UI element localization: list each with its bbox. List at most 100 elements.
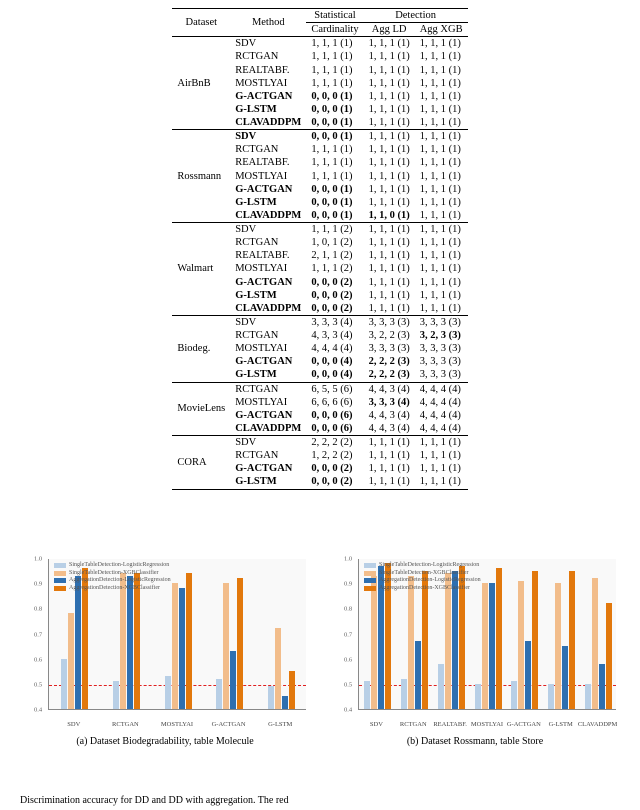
x-tick: G-LSTM: [549, 721, 573, 728]
method-cell: RCTGAN: [230, 329, 306, 342]
bar: [75, 576, 81, 709]
chart-a-caption: (a) Dataset Biodegradability, table Mole…: [20, 736, 310, 747]
method-cell: G-ACTGAN: [230, 183, 306, 196]
aggld-cell: 4, 4, 3 (4): [364, 382, 415, 396]
x-tick: MOSTLYAI: [161, 721, 193, 728]
aggxgb-cell: 1, 1, 1 (1): [415, 116, 468, 130]
cardinality-cell: 4, 3, 3 (4): [306, 329, 363, 342]
bar: [408, 576, 414, 709]
chart-a: Classification Accuracy 0.40.50.60.70.80…: [20, 555, 310, 730]
chart-b: Classification Accuracy 0.40.50.60.70.80…: [330, 555, 620, 730]
table-row: CORASDV2, 2, 2 (2)1, 1, 1 (1)1, 1, 1 (1): [172, 436, 467, 450]
results-table: Dataset Method Statistical Detection Car…: [172, 8, 467, 490]
aggxgb-cell: 1, 1, 1 (1): [415, 90, 468, 103]
aggxgb-cell: 1, 1, 1 (1): [415, 262, 468, 275]
cardinality-cell: 1, 1, 1 (2): [306, 223, 363, 237]
aggxgb-cell: 4, 4, 4 (4): [415, 396, 468, 409]
table-row: RossmannSDV0, 0, 0 (1)1, 1, 1 (1)1, 1, 1…: [172, 130, 467, 144]
bar: [592, 578, 598, 709]
aggld-cell: 1, 1, 1 (1): [364, 170, 415, 183]
aggxgb-cell: 1, 1, 1 (1): [415, 449, 468, 462]
cardinality-cell: 1, 1, 1 (1): [306, 37, 363, 51]
cardinality-cell: 1, 1, 1 (2): [306, 262, 363, 275]
bar: [489, 583, 495, 709]
legend-swatch: [54, 586, 66, 591]
bar: [401, 679, 407, 709]
aggld-cell: 1, 1, 1 (1): [364, 449, 415, 462]
aggld-cell: 1, 1, 1 (1): [364, 262, 415, 275]
cardinality-cell: 0, 0, 0 (1): [306, 209, 363, 223]
aggxgb-cell: 4, 4, 4 (4): [415, 422, 468, 436]
legend-swatch: [364, 563, 376, 568]
method-cell: G-LSTM: [230, 289, 306, 302]
method-cell: REALTABF.: [230, 64, 306, 77]
aggld-cell: 2, 2, 2 (3): [364, 355, 415, 368]
aggld-cell: 1, 1, 1 (1): [364, 156, 415, 169]
hdr-statistical: Statistical: [306, 9, 363, 23]
legend-swatch: [364, 586, 376, 591]
x-tick: SDV: [67, 721, 80, 728]
aggxgb-cell: 4, 4, 4 (4): [415, 409, 468, 422]
legend-label: SingleTableDetection-XGBClassifier: [379, 570, 469, 578]
aggxgb-cell: 1, 1, 1 (1): [415, 236, 468, 249]
method-cell: SDV: [230, 223, 306, 237]
table-row: WalmartSDV1, 1, 1 (2)1, 1, 1 (1)1, 1, 1 …: [172, 223, 467, 237]
cardinality-cell: 0, 0, 0 (1): [306, 130, 363, 144]
y-tick: 1.0: [34, 556, 42, 563]
method-cell: CLAVADDPM: [230, 209, 306, 223]
aggxgb-cell: 4, 4, 4 (4): [415, 382, 468, 396]
aggxgb-cell: 3, 3, 3 (3): [415, 355, 468, 368]
legend-swatch: [364, 578, 376, 583]
x-tick: RCTGAN: [400, 721, 427, 728]
aggld-cell: 1, 1, 1 (1): [364, 436, 415, 450]
aggxgb-cell: 1, 1, 1 (1): [415, 130, 468, 144]
aggld-cell: 1, 1, 1 (1): [364, 236, 415, 249]
aggld-cell: 1, 1, 1 (1): [364, 183, 415, 196]
method-cell: SDV: [230, 37, 306, 51]
bar: [445, 573, 451, 709]
bar: [511, 681, 517, 709]
method-cell: G-LSTM: [230, 103, 306, 116]
aggld-cell: 1, 1, 0 (1): [364, 209, 415, 223]
method-cell: G-ACTGAN: [230, 409, 306, 422]
y-tick: 0.4: [34, 707, 42, 714]
method-cell: REALTABF.: [230, 156, 306, 169]
aggld-cell: 1, 1, 1 (1): [364, 77, 415, 90]
aggxgb-cell: 1, 1, 1 (1): [415, 64, 468, 77]
method-cell: G-LSTM: [230, 475, 306, 489]
dataset-name: Biodeg.: [172, 315, 230, 382]
aggxgb-cell: 3, 3, 3 (3): [415, 315, 468, 329]
method-cell: CLAVADDPM: [230, 302, 306, 316]
figure-caption-fragment: Discrimination accuracy for DD and DD wi…: [20, 795, 620, 806]
aggld-cell: 1, 1, 1 (1): [364, 475, 415, 489]
y-tick: 0.9: [344, 581, 352, 588]
legend-swatch: [54, 563, 66, 568]
method-cell: MOSTLYAI: [230, 342, 306, 355]
method-cell: RCTGAN: [230, 382, 306, 396]
aggxgb-cell: 1, 1, 1 (1): [415, 37, 468, 51]
cardinality-cell: 1, 2, 2 (2): [306, 449, 363, 462]
aggld-cell: 4, 4, 3 (4): [364, 422, 415, 436]
bar: [585, 684, 591, 709]
aggld-cell: 1, 1, 1 (1): [364, 37, 415, 51]
method-cell: G-LSTM: [230, 196, 306, 209]
cardinality-cell: 1, 1, 1 (1): [306, 156, 363, 169]
bar: [532, 571, 538, 709]
y-tick: 0.4: [344, 707, 352, 714]
x-tick: G-ACTGAN: [212, 721, 246, 728]
aggxgb-cell: 1, 1, 1 (1): [415, 50, 468, 63]
aggxgb-cell: 1, 1, 1 (1): [415, 302, 468, 316]
aggld-cell: 1, 1, 1 (1): [364, 196, 415, 209]
bar: [61, 659, 67, 709]
bar: [113, 681, 119, 709]
x-tick: RCTGAN: [112, 721, 139, 728]
legend-swatch: [54, 571, 66, 576]
legend-label: AggregationDetection-LogisticRegression: [69, 577, 171, 585]
aggxgb-cell: 1, 1, 1 (1): [415, 223, 468, 237]
legend-swatch: [364, 571, 376, 576]
method-cell: MOSTLYAI: [230, 77, 306, 90]
bar: [134, 573, 140, 709]
x-tick: SDV: [370, 721, 383, 728]
aggxgb-cell: 1, 1, 1 (1): [415, 209, 468, 223]
bar: [268, 686, 274, 709]
